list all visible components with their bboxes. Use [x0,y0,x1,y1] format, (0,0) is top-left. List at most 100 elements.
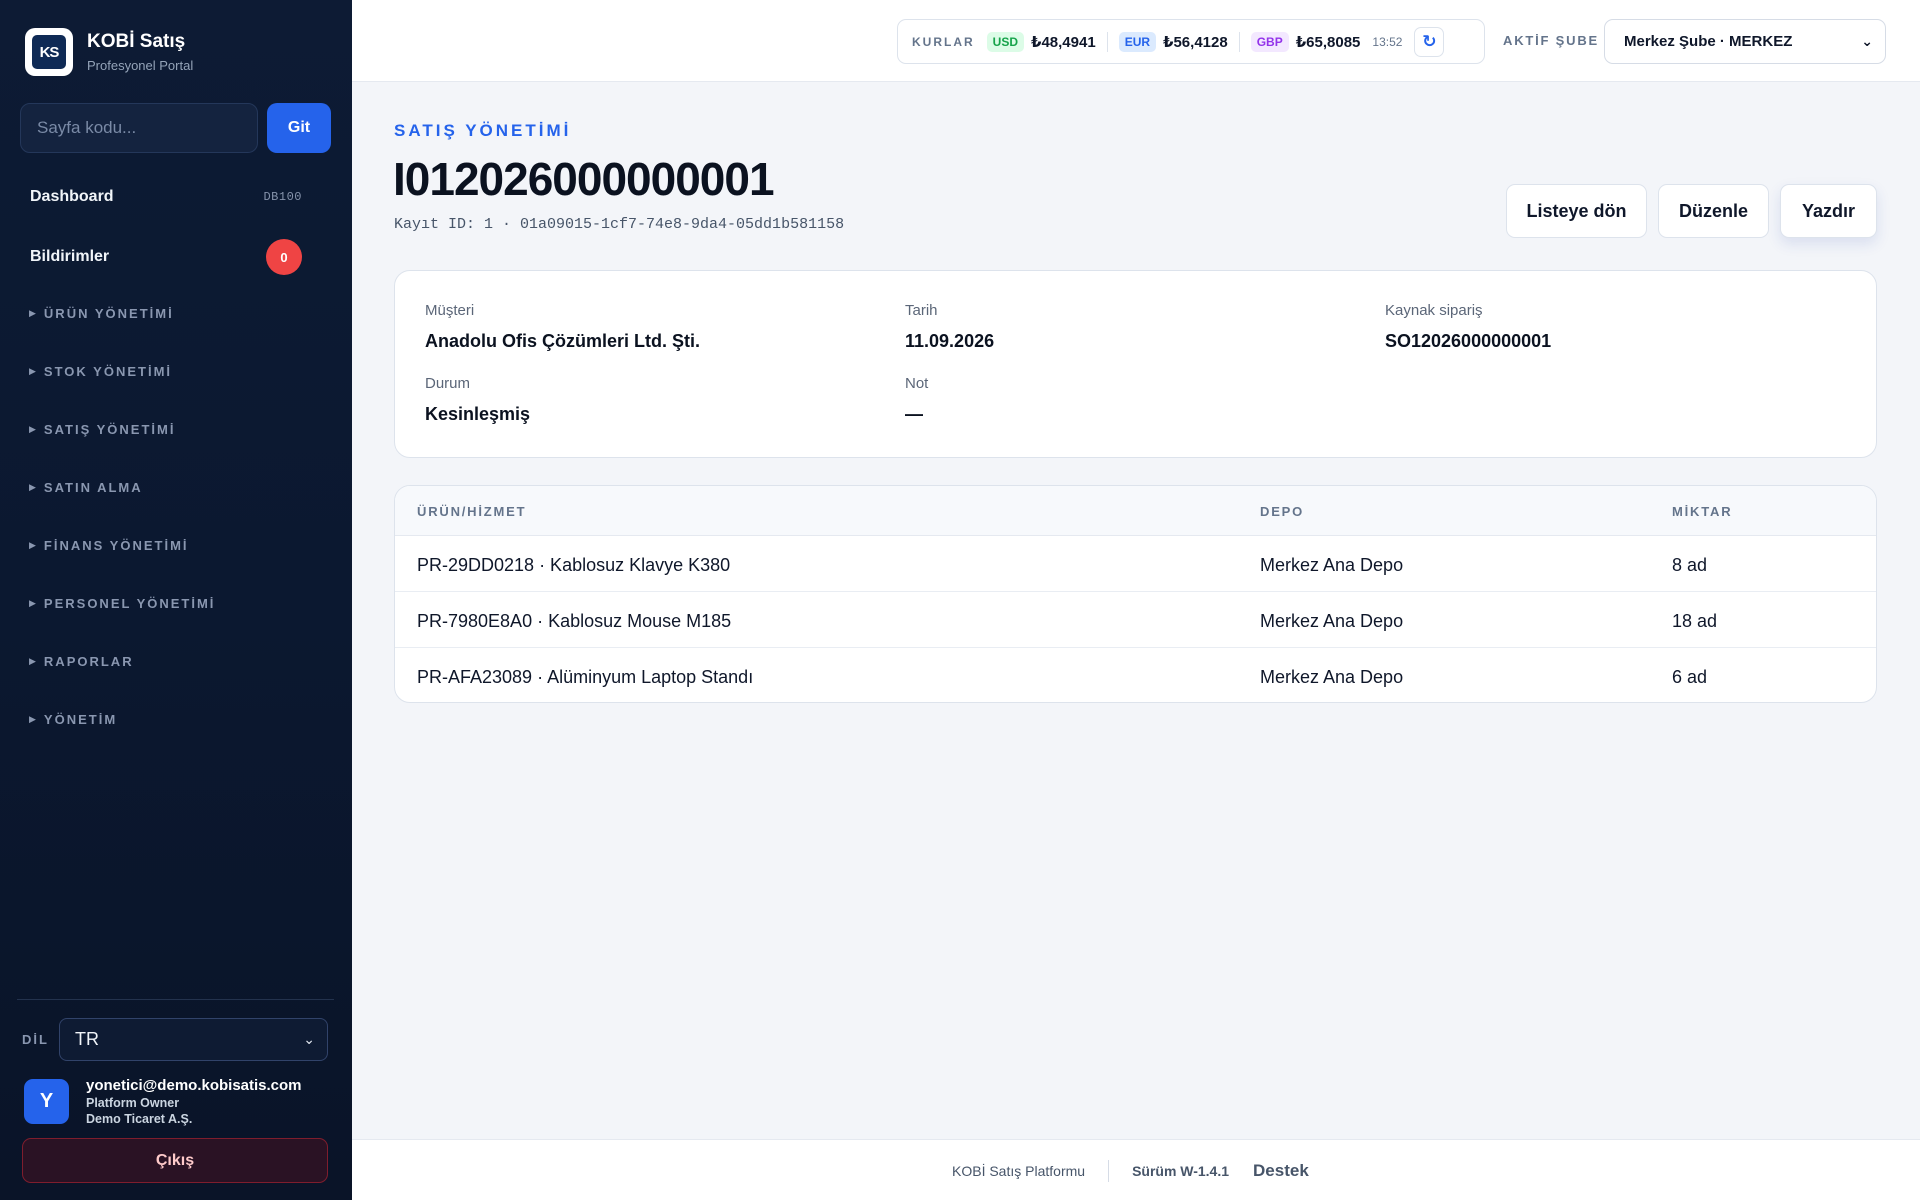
sidebar-divider [17,999,334,1000]
field-note: Not — [905,375,928,425]
nav-section-stock[interactable]: ▶ STOK YÖNETİMİ [29,364,172,379]
nav-section-finance[interactable]: ▶ FİNANS YÖNETİMİ [29,538,189,553]
caret-right-icon: ▶ [29,540,38,550]
items-table: ÜRÜN/HİZMET DEPO MİKTAR PR-29DD0218 · Ka… [394,485,1877,703]
brand[interactable]: KS KOBİ Satış Profesyonel Portal [25,28,193,76]
page-code-input[interactable] [20,103,258,153]
field-label: Müşteri [425,302,475,319]
page-title: I012026000000001 [393,153,775,205]
brand-logo: KS [25,28,73,76]
brand-title: KOBİ Satış [87,31,186,52]
nav-section-product[interactable]: ▶ ÜRÜN YÖNETİMİ [29,306,174,321]
sidebar: KS KOBİ Satış Profesyonel Portal Git Das… [0,0,352,1200]
table-row[interactable]: PR-AFA23089 · Alüminyum Laptop Standı Me… [395,648,1876,702]
field-value: Kesinleşmiş [425,404,531,424]
nav-section-label: ÜRÜN YÖNETİMİ [43,306,174,321]
nav-section-label: SATIN ALMA [43,480,143,495]
user-email: yonetici@demo.kobisatis.com [86,1077,302,1094]
nav-section-label: RAPORLAR [43,654,134,669]
nav-section-label: SATIŞ YÖNETİMİ [43,422,176,437]
currency-tag-usd: USD [986,31,1025,52]
field-status: Durum Kesinleşmiş [425,375,530,425]
nav-item-notifications[interactable]: Bildirimler 0 [30,239,302,275]
nav-item-dashboard[interactable]: Dashboard DB100 [30,188,302,206]
table-header: ÜRÜN/HİZMET DEPO MİKTAR [395,486,1876,536]
rate-value-eur: ₺56,4128 [1163,33,1228,51]
field-customer: Müşteri Anadolu Ofis Çözümleri Ltd. Şti. [425,302,700,352]
caret-right-icon: ▶ [29,366,38,376]
currency-tag-eur: EUR [1118,31,1157,52]
column-header-product: ÜRÜN/HİZMET [417,504,527,519]
language-label: DİL [22,1032,49,1047]
go-button[interactable]: Git [267,103,331,153]
caret-right-icon: ▶ [29,714,38,724]
table-row[interactable]: PR-7980E8A0 · Kablosuz Mouse M185 Merkez… [395,592,1876,648]
caret-right-icon: ▶ [29,308,38,318]
brand-logo-mark: KS [32,35,66,69]
nav-section-purchasing[interactable]: ▶ SATIN ALMA [29,480,143,495]
print-button[interactable]: Yazdır [1780,184,1877,238]
user-card: Y yonetici@demo.kobisatis.com Platform O… [24,1077,302,1126]
caret-right-icon: ▶ [29,656,38,666]
column-header-warehouse: DEPO [1260,504,1305,519]
nav-dashboard-code: DB100 [263,190,302,204]
rate-separator [1106,31,1108,52]
cell-warehouse: Merkez Ana Depo [1260,555,1404,575]
field-label: Kaynak sipariş [1385,302,1483,319]
nav-section-label: YÖNETİM [43,712,118,727]
nav-section-sales[interactable]: ▶ SATIŞ YÖNETİMİ [29,422,175,437]
field-value: Anadolu Ofis Çözümleri Ltd. Şti. [425,331,701,351]
chevron-down-icon: ⌄ [303,1031,315,1047]
cell-warehouse: Merkez Ana Depo [1260,667,1404,687]
caret-right-icon: ▶ [29,482,38,492]
record-id: Kayıt ID: 1 · 01a09015-1cf7-74e8-9da4-05… [394,216,845,233]
field-label: Not [905,375,929,392]
cell-product: PR-7980E8A0 · Kablosuz Mouse M185 [417,611,732,631]
language-picker: DİL TR ⌄ [22,1018,328,1061]
exchange-rates: KURLAR USD ₺48,4941 EUR ₺56,4128 GBP ₺65… [897,19,1485,64]
language-value: TR [75,1029,99,1049]
active-branch-value: Merkez Şube · MERKEZ [1624,33,1793,50]
cell-product: PR-29DD0218 · Kablosuz Klavye K380 [417,555,731,575]
rate-gbp: GBP ₺65,8085 [1250,31,1360,52]
active-branch-label: AKTİF ŞUBE [1503,33,1599,48]
active-branch-select[interactable]: Merkez Şube · MERKEZ ⌄ [1604,19,1886,64]
nav-section-admin[interactable]: ▶ YÖNETİM [29,712,117,727]
table-row[interactable]: PR-29DD0218 · Kablosuz Klavye K380 Merke… [395,536,1876,592]
language-select[interactable]: TR ⌄ [59,1018,328,1061]
footer-version: Sürüm W-1.4.1 [1132,1163,1230,1179]
cell-quantity: 6 ad [1672,667,1708,687]
rate-eur: EUR ₺56,4128 [1118,31,1228,52]
back-to-list-button[interactable]: Listeye dön [1506,184,1647,238]
rate-separator [1238,31,1240,52]
section-eyebrow: SATIŞ YÖNETİMİ [394,121,572,140]
currency-tag-gbp: GBP [1250,31,1289,52]
rate-value-usd: ₺48,4941 [1031,33,1096,51]
page-code-form: Git [20,103,331,153]
nav-section-label: FİNANS YÖNETİMİ [43,538,189,553]
brand-subtitle: Profesyonel Portal [87,58,194,73]
edit-button[interactable]: Düzenle [1658,184,1769,238]
user-role: Platform Owner [86,1096,180,1110]
logout-button[interactable]: Çıkış [22,1138,328,1183]
support-link[interactable]: Destek [1253,1161,1309,1181]
cell-product: PR-AFA23089 · Alüminyum Laptop Standı [417,667,754,687]
field-label: Tarih [905,302,938,319]
notification-count-badge: 0 [266,239,302,275]
user-company: Demo Ticaret A.Ş. [86,1112,193,1126]
cell-quantity: 8 ad [1672,555,1708,575]
avatar: Y [24,1079,69,1124]
caret-right-icon: ▶ [29,424,38,434]
nav-section-personnel[interactable]: ▶ PERSONEL YÖNETİMİ [29,596,215,611]
field-label: Durum [425,375,471,392]
detail-card: Müşteri Anadolu Ofis Çözümleri Ltd. Şti.… [394,270,1877,458]
nav-section-reports[interactable]: ▶ RAPORLAR [29,654,134,669]
footer: KOBİ Satış Platformu Sürüm W-1.4.1 Deste… [352,1139,1920,1200]
field-value: — [905,404,923,424]
field-value: SO12026000000001 [1385,331,1552,351]
cell-quantity: 18 ad [1672,611,1718,631]
refresh-icon[interactable]: ↻ [1414,26,1445,57]
rates-timestamp: 13:52 [1372,34,1403,49]
rate-usd: USD ₺48,4941 [986,31,1096,52]
nav-notifications-label: Bildirimler [30,248,110,265]
